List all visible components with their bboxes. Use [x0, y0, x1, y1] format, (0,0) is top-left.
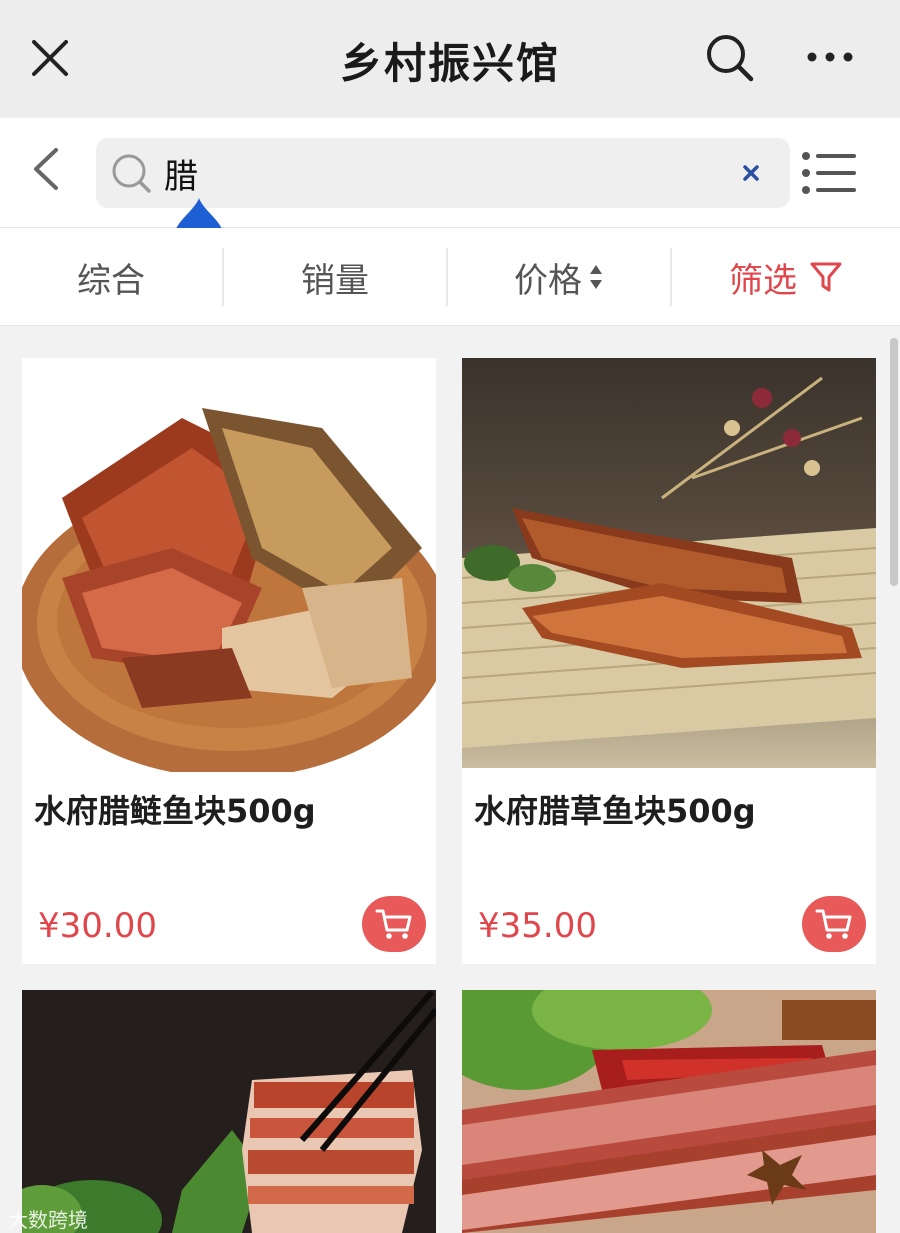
sort-price-label: 价格: [514, 260, 582, 301]
search-field-icon: [112, 154, 151, 193]
page-title: 乡村振兴馆: [339, 39, 560, 88]
product-card[interactable]: 水府腊草鱼块500g ¥35.00: [462, 358, 876, 964]
title-bar: 乡村振兴馆: [0, 0, 900, 118]
clear-icon[interactable]: [738, 160, 764, 186]
cart-icon: [815, 909, 852, 939]
add-to-cart-button[interactable]: [802, 896, 866, 952]
sort-price[interactable]: 价格: [448, 228, 670, 326]
product-price: ¥35.00: [478, 906, 597, 946]
sort-comprehensive-label: 综合: [77, 260, 145, 301]
add-to-cart-button[interactable]: [362, 896, 426, 952]
list-view-icon[interactable]: [800, 150, 858, 196]
sort-arrows-icon: [590, 265, 602, 289]
product-image: [462, 990, 876, 1233]
watermark-text: 大数跨境: [8, 1208, 88, 1232]
product-image: [22, 990, 436, 1233]
filter-icon: [810, 262, 842, 292]
product-price: ¥30.00: [38, 906, 157, 946]
filter-label: 筛选: [729, 260, 797, 301]
filter-button[interactable]: 筛选: [672, 228, 900, 326]
search-bar: [0, 118, 900, 228]
cart-icon: [375, 909, 412, 939]
product-image: [22, 358, 436, 772]
more-icon[interactable]: [804, 42, 856, 72]
product-card[interactable]: [462, 990, 876, 1233]
product-name[interactable]: 水府腊鲢鱼块500g: [34, 786, 316, 832]
product-card[interactable]: 水府腊鲢鱼块500g ¥30.00: [22, 358, 436, 964]
sort-sales[interactable]: 销量: [224, 228, 446, 326]
back-icon[interactable]: [28, 146, 64, 192]
sort-comprehensive[interactable]: 综合: [0, 228, 222, 326]
search-icon[interactable]: [704, 32, 756, 84]
product-image: [462, 358, 876, 772]
scrollbar[interactable]: [890, 338, 898, 586]
product-name[interactable]: 水府腊草鱼块500g: [474, 786, 756, 832]
product-card[interactable]: [22, 990, 436, 1233]
search-input[interactable]: [164, 148, 724, 198]
sort-bar: 综合 销量 价格 筛选: [0, 228, 900, 326]
sort-sales-label: 销量: [301, 260, 369, 301]
